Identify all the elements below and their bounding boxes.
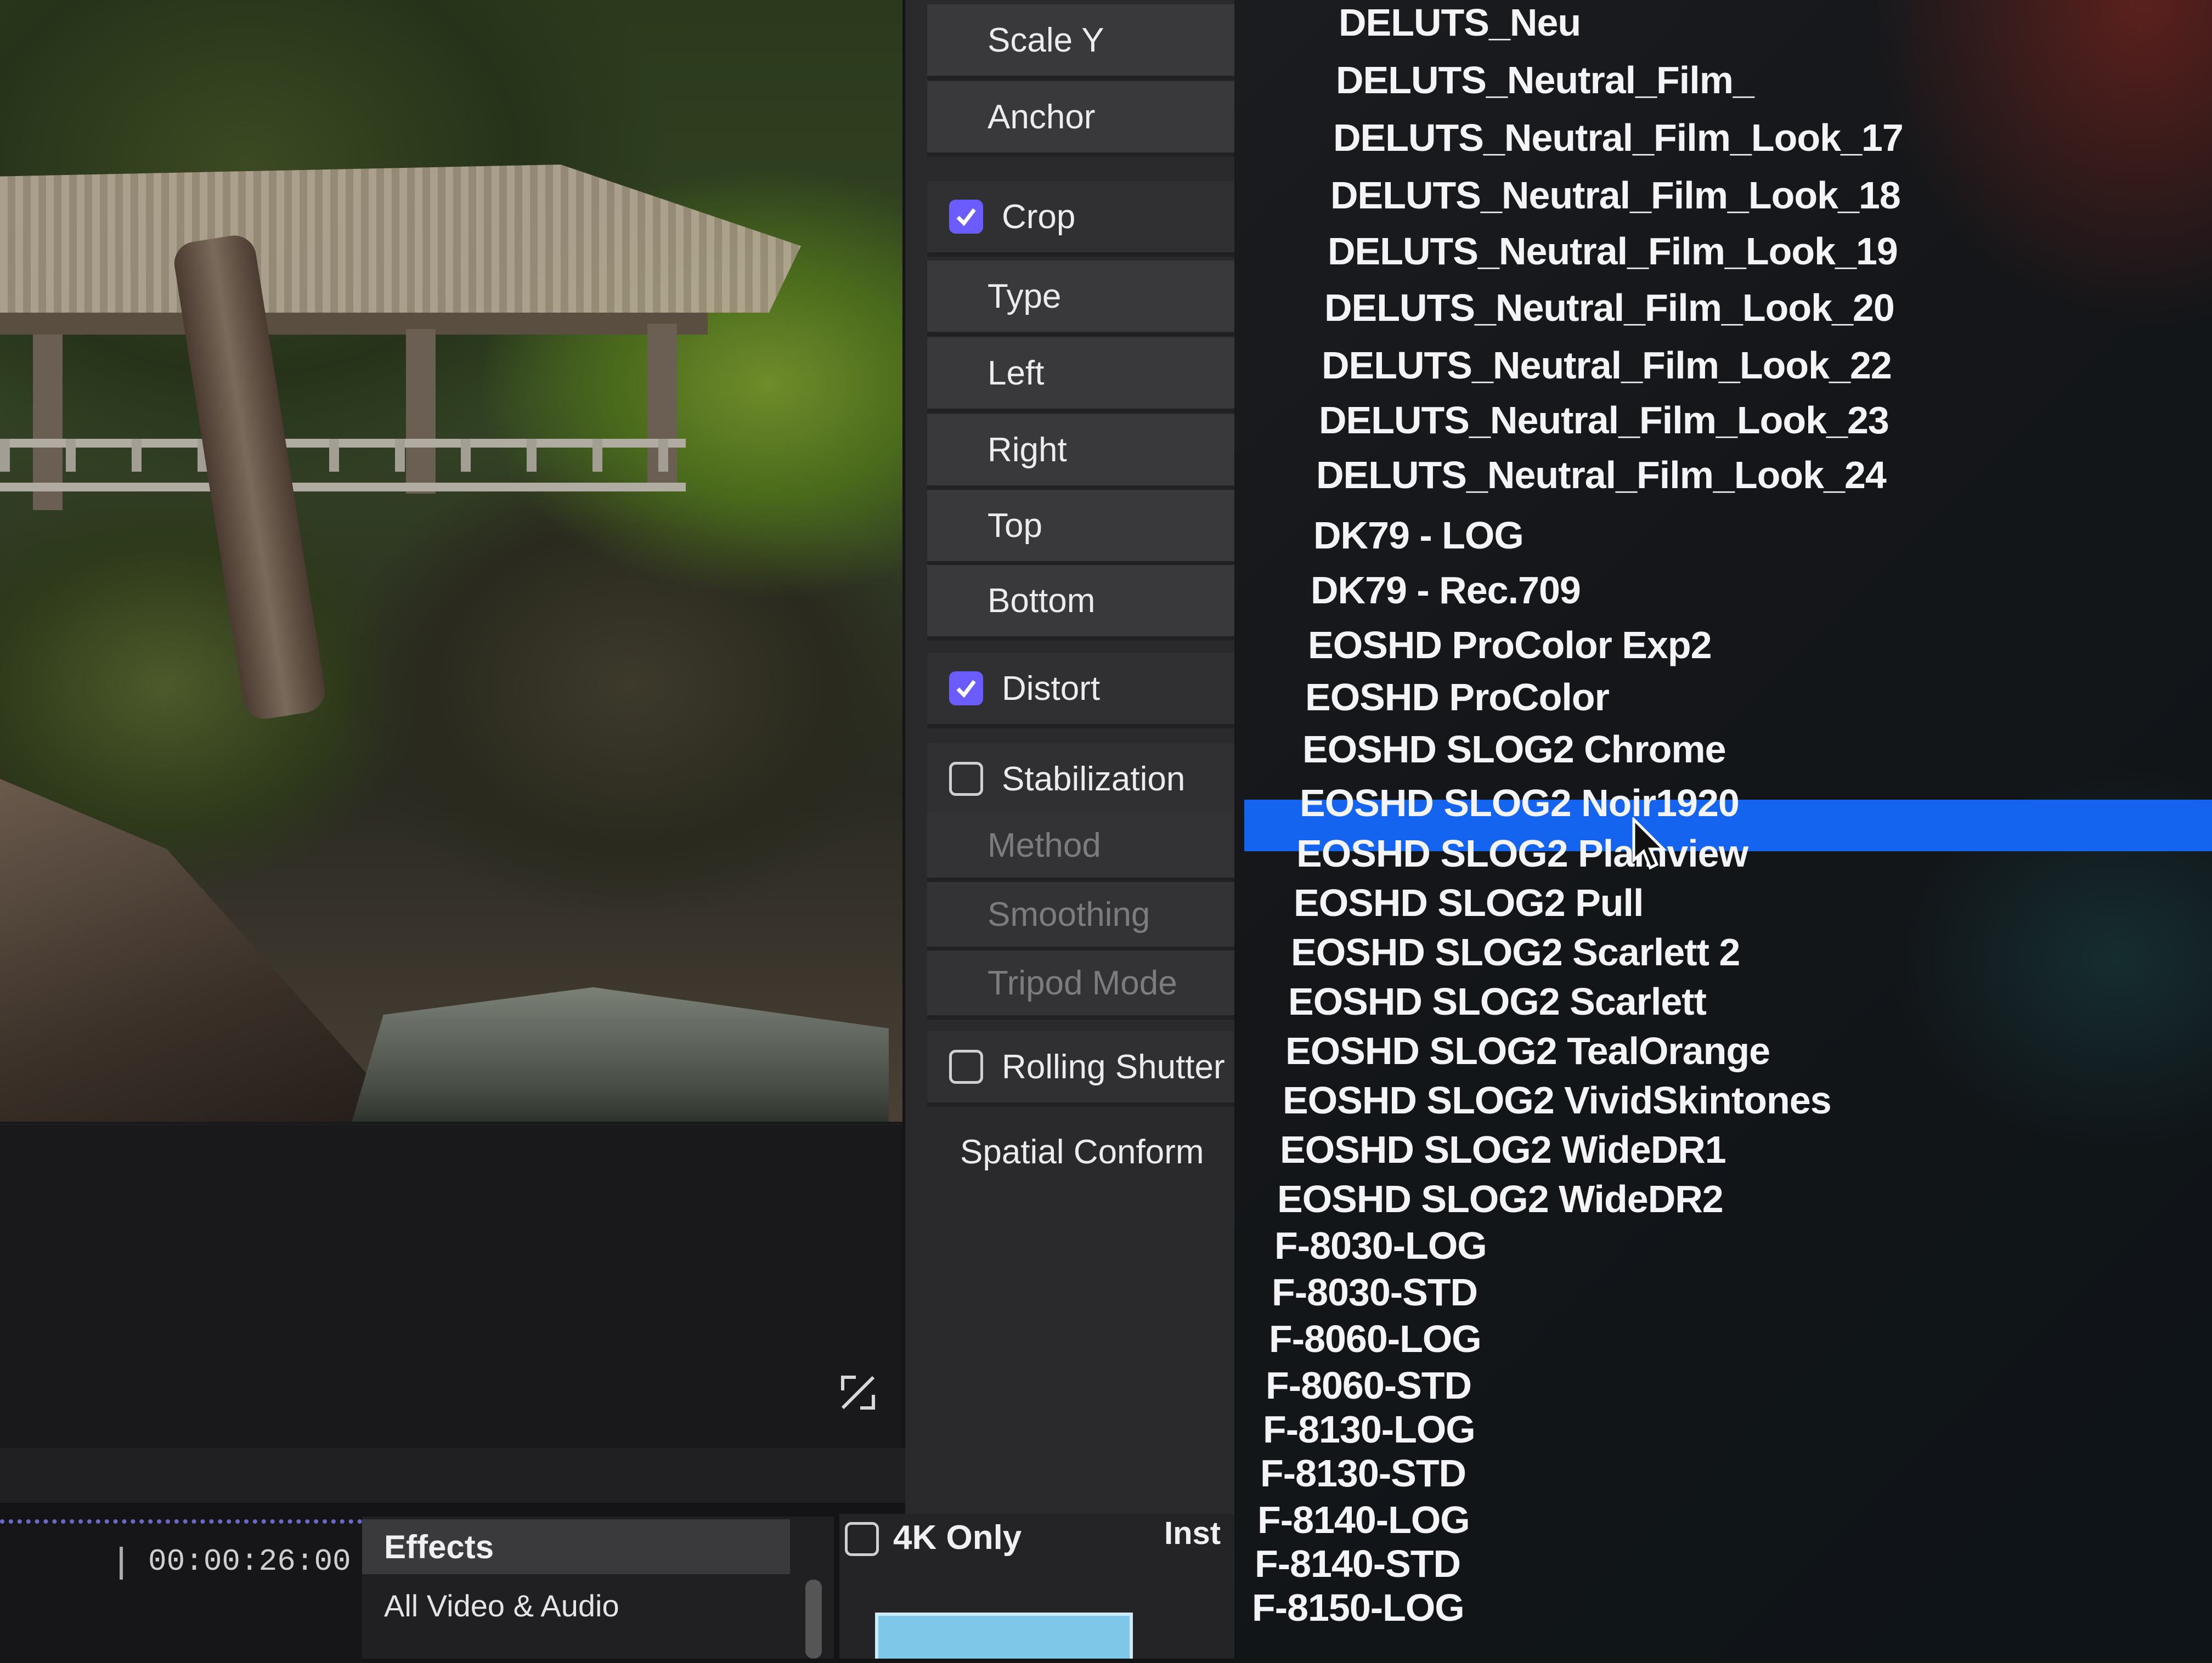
section-label: Rolling Shutter <box>1002 1048 1225 1086</box>
row-label: Smoothing <box>988 895 1150 934</box>
lut-menu-item[interactable]: DELUTS_Neutral_Film_Look_18 <box>1330 170 1901 220</box>
lut-menu-item[interactable]: EOSHD SLOG2 Pull <box>1294 878 1644 928</box>
lut-menu-item[interactable]: EOSHD SLOG2 Plainview <box>1296 828 1748 879</box>
fence <box>0 439 686 472</box>
lut-menu-item[interactable]: EOSHD SLOG2 Chrome <box>1302 724 1726 774</box>
lut-menu-item[interactable]: DELUTS_Neutral_Film_Look_17 <box>1333 112 1904 163</box>
timecode-display: 00:00:26:00 <box>148 1544 351 1579</box>
video-viewer <box>0 0 902 1127</box>
pavilion-beam <box>0 313 708 335</box>
distort-checkbox[interactable] <box>949 671 983 705</box>
lut-menu-item[interactable]: DK79 - Rec.709 <box>1311 565 1581 615</box>
lut-menu-item[interactable]: F-8130-LOG <box>1263 1404 1476 1455</box>
pointer-cursor-icon <box>1632 817 1667 870</box>
section-label: Stabilization <box>1002 760 1186 798</box>
row-label: Method <box>988 826 1101 864</box>
lut-menu-item[interactable]: EOSHD SLOG2 Scarlett 2 <box>1291 927 1740 977</box>
inspector-panel: Scale Y Anchor Crop Type Left Right Top … <box>905 0 1317 1514</box>
row-label: Scale Y <box>988 21 1104 59</box>
lut-menu-item[interactable]: DELUTS_Neu <box>1339 0 1581 48</box>
lut-menu-item[interactable]: F-8150-LOG <box>1252 1582 1465 1633</box>
screen-glare <box>1865 0 2212 329</box>
row-label: Anchor <box>988 98 1096 136</box>
inspector-row-tripod-mode: Tripod Mode <box>927 951 1284 1020</box>
lut-menu-item[interactable]: DELUTS_Neutral_Film_Look_24 <box>1316 450 1887 500</box>
lut-menu-item[interactable]: EOSHD ProColor <box>1305 672 1610 722</box>
section-label: Crop <box>1002 197 1076 236</box>
lut-menu-item[interactable]: DELUTS_Neutral_Film_Look_23 <box>1319 395 1889 445</box>
4k-only-label: 4K Only <box>893 1519 1022 1557</box>
inspector-row-smoothing: Smoothing <box>927 882 1284 951</box>
lut-menu-item[interactable]: EOSHD SLOG2 VividSkintones <box>1283 1075 1832 1125</box>
crop-checkbox[interactable] <box>949 200 983 234</box>
expand-icon[interactable] <box>839 1374 877 1411</box>
timeline-ruler <box>0 1519 362 1663</box>
checkmark-icon <box>956 208 976 227</box>
row-label: Bottom <box>988 581 1096 620</box>
lut-menu-item[interactable]: F-8060-STD <box>1266 1360 1472 1411</box>
playhead-tick <box>120 1547 123 1580</box>
lut-menu-item[interactable]: F-8030-STD <box>1272 1267 1478 1317</box>
inspector-row-spatial-conform[interactable]: Spatial Conform <box>927 1116 1256 1187</box>
lut-menu-item[interactable]: DELUTS_Neutral_Film_Look_20 <box>1324 282 1895 333</box>
effects-category-header[interactable]: Effects <box>362 1519 790 1574</box>
4k-only-checkbox[interactable] <box>845 1522 879 1556</box>
viewer-frame-image <box>0 0 902 1122</box>
lut-menu-item[interactable]: EOSHD SLOG2 WideDR1 <box>1280 1124 1726 1175</box>
row-label: Left <box>988 354 1045 392</box>
viewer-toolbar <box>0 1124 902 1449</box>
inspector-section-rolling-shutter[interactable]: Rolling Shutter <box>927 1031 1245 1107</box>
row-label: Type <box>988 277 1062 315</box>
lut-menu-item[interactable]: DELUTS_Neutral_Film_ <box>1336 55 1754 105</box>
lut-menu-item[interactable]: EOSHD SLOG2 TealOrange <box>1285 1026 1770 1076</box>
pavilion-roof <box>0 165 801 313</box>
rolling-shutter-checkbox[interactable] <box>949 1050 983 1084</box>
lut-menu-item[interactable]: DELUTS_Neutral_Film_Look_19 <box>1328 226 1898 276</box>
installed-label: Inst <box>1164 1515 1221 1551</box>
inspector-section-distort[interactable]: Distort <box>927 653 1245 728</box>
lut-menu-item[interactable]: F-8060-LOG <box>1269 1314 1482 1364</box>
lut-menu-item[interactable]: EOSHD SLOG2 WideDR2 <box>1277 1174 1724 1224</box>
row-label: Spatial Conform <box>960 1133 1204 1171</box>
effects-category-item[interactable]: All Video & Audio <box>384 1588 619 1624</box>
lut-menu-item[interactable]: F-8130-STD <box>1260 1448 1466 1498</box>
row-label: Right <box>988 431 1067 469</box>
stone-slab <box>351 987 889 1122</box>
path-wall <box>0 779 417 1122</box>
lut-menu-item[interactable]: F-8140-LOG <box>1257 1495 1470 1545</box>
row-label: Tripod Mode <box>988 964 1177 1002</box>
inspector-section-stabilization[interactable]: Stabilization <box>927 743 1245 819</box>
section-label: Distort <box>1002 669 1101 708</box>
lut-menu-item[interactable]: DELUTS_Neutral_Film_Look_22 <box>1322 340 1892 391</box>
lut-menu-item[interactable]: DK79 - LOG <box>1313 510 1524 561</box>
effects-scrollbar[interactable] <box>805 1580 822 1659</box>
inspector-row-method: Method <box>927 813 1284 882</box>
effect-thumbnail[interactable] <box>875 1613 1133 1659</box>
lut-menu-item[interactable]: F-8030-LOG <box>1274 1220 1487 1271</box>
stabilization-checkbox[interactable] <box>949 762 983 796</box>
row-label: Top <box>988 506 1042 545</box>
lut-menu-item[interactable]: EOSHD SLOG2 Scarlett <box>1288 976 1707 1027</box>
lut-menu-item[interactable]: F-8140-STD <box>1255 1538 1461 1589</box>
inspector-section-crop[interactable]: Crop <box>927 181 1256 257</box>
lut-menu-item[interactable]: EOSHD ProColor Exp2 <box>1308 620 1712 670</box>
lut-menu-item-selected[interactable]: EOSHD SLOG2 Noir1920 <box>1300 778 1740 828</box>
checkmark-icon <box>956 680 976 698</box>
fence-rail <box>0 483 686 491</box>
